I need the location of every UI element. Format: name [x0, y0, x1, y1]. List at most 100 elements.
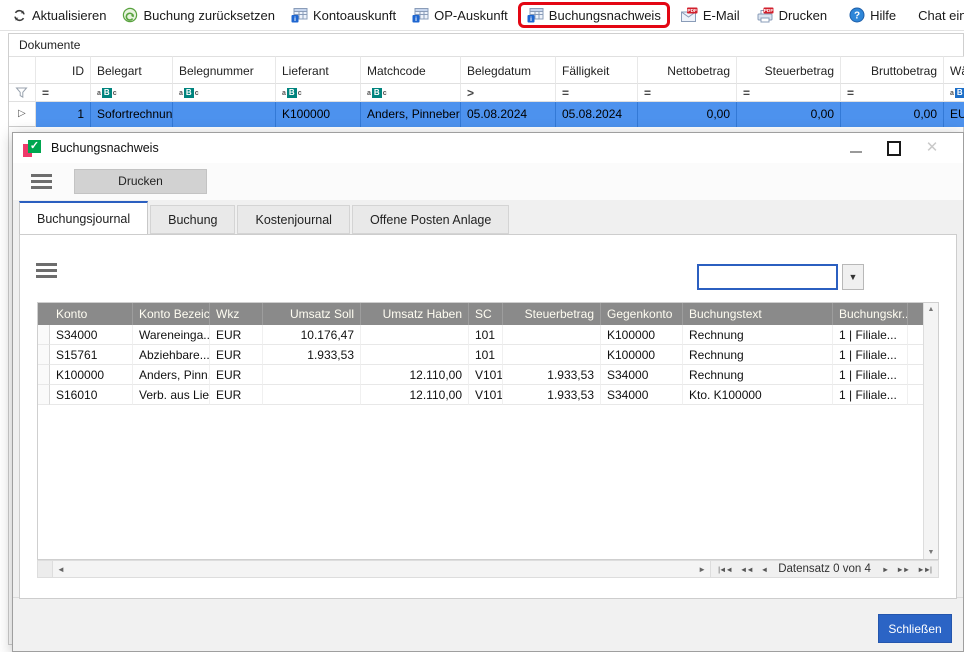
- scroll-down-icon[interactable]: ▼: [928, 549, 935, 556]
- reset-booking-button[interactable]: Buchung zurücksetzen: [114, 4, 283, 26]
- journal-cell[interactable]: Kto. K100000: [683, 385, 833, 405]
- journal-cell[interactable]: 1.933,53: [263, 345, 361, 365]
- doc-row-indicator[interactable]: [9, 102, 36, 127]
- journal-cell[interactable]: Rechnung: [683, 325, 833, 345]
- journal-cell[interactable]: 12.110,00: [361, 385, 469, 405]
- doc-column-header[interactable]: Lieferant: [276, 56, 361, 84]
- account-statement-button[interactable]: i Kontoauskunft: [283, 4, 404, 26]
- journal-column-header[interactable]: Gegenkonto: [601, 303, 683, 325]
- journal-column-header[interactable]: Steuerbetrag: [503, 303, 601, 325]
- journal-cell[interactable]: S16010: [50, 385, 133, 405]
- scroll-left-icon[interactable]: ◄: [53, 565, 69, 574]
- journal-cell[interactable]: V101: [469, 385, 503, 405]
- journal-column-header[interactable]: Umsatz Soll: [263, 303, 361, 325]
- doc-cell[interactable]: K100000: [276, 102, 361, 127]
- nav-last-button[interactable]: ►►|: [914, 565, 934, 574]
- journal-row-indicator[interactable]: [38, 345, 50, 365]
- doc-column-header[interactable]: Bruttobetrag: [841, 56, 944, 84]
- doc-cell[interactable]: EUR: [944, 102, 964, 127]
- journal-column-header[interactable]: Umsatz Haben: [361, 303, 469, 325]
- journal-cell[interactable]: [263, 385, 361, 405]
- doc-filter-text[interactable]: aBc: [173, 84, 276, 102]
- nav-first-button[interactable]: |◄◄: [715, 565, 735, 574]
- journal-cell[interactable]: S34000: [601, 365, 683, 385]
- doc-column-header[interactable]: Belegnummer: [173, 56, 276, 84]
- maximize-button[interactable]: [887, 141, 901, 155]
- doc-filter-funnel[interactable]: [9, 84, 36, 102]
- journal-cell[interactable]: 1.933,53: [503, 365, 601, 385]
- tab-kostenjournal[interactable]: Kostenjournal: [237, 205, 349, 234]
- tab-offene-posten-anlage[interactable]: Offene Posten Anlage: [352, 205, 509, 234]
- journal-cell[interactable]: 1.933,53: [503, 385, 601, 405]
- doc-column-header[interactable]: Matchcode: [361, 56, 461, 84]
- journal-cell[interactable]: 1 | Filiale...: [833, 385, 908, 405]
- doc-cell[interactable]: 05.08.2024: [556, 102, 638, 127]
- journal-cell[interactable]: Rechnung: [683, 365, 833, 385]
- journal-cell[interactable]: Verb. aus Lie...: [133, 385, 210, 405]
- scroll-up-icon[interactable]: ▲: [928, 306, 935, 313]
- journal-cell[interactable]: 1 | Filiale...: [833, 345, 908, 365]
- journal-cell[interactable]: 101: [469, 325, 503, 345]
- doc-column-header[interactable]: Belegart: [91, 56, 173, 84]
- journal-cell[interactable]: Wareneinga...: [133, 325, 210, 345]
- doc-cell[interactable]: 0,00: [841, 102, 944, 127]
- journal-cell[interactable]: EUR: [210, 365, 263, 385]
- search-dropdown-button[interactable]: ▼: [842, 264, 864, 290]
- journal-cell[interactable]: K100000: [601, 325, 683, 345]
- journal-cell[interactable]: EUR: [210, 325, 263, 345]
- journal-row-indicator[interactable]: [38, 325, 50, 345]
- doc-cell[interactable]: 0,00: [638, 102, 737, 127]
- doc-cell[interactable]: [173, 102, 276, 127]
- journal-cell[interactable]: Anders, Pinn...: [133, 365, 210, 385]
- journal-cell[interactable]: V101: [469, 365, 503, 385]
- journal-row-indicator[interactable]: [38, 385, 50, 405]
- journal-cell[interactable]: EUR: [210, 345, 263, 365]
- journal-column-header[interactable]: Konto: [50, 303, 133, 325]
- doc-column-header[interactable]: [9, 56, 36, 84]
- journal-cell[interactable]: K100000: [601, 345, 683, 365]
- refresh-button[interactable]: Aktualisieren: [4, 5, 114, 26]
- journal-cell[interactable]: [503, 345, 601, 365]
- doc-column-header[interactable]: Wäh: [944, 56, 964, 84]
- doc-column-header[interactable]: Nettobetrag: [638, 56, 737, 84]
- journal-cell[interactable]: [263, 365, 361, 385]
- email-button[interactable]: PDF E-Mail: [672, 4, 748, 26]
- op-statement-button[interactable]: i OP-Auskunft: [404, 4, 516, 26]
- doc-filter-text[interactable]: aBc: [361, 84, 461, 102]
- search-input[interactable]: [697, 264, 838, 290]
- doc-cell[interactable]: 0,00: [737, 102, 841, 127]
- doc-column-header[interactable]: Fälligkeit: [556, 56, 638, 84]
- dialog-titlebar[interactable]: ✓ Buchungsnachweis ✕: [13, 133, 963, 163]
- print-button[interactable]: PDF Drucken: [748, 4, 835, 26]
- journal-cell[interactable]: S15761: [50, 345, 133, 365]
- close-window-button[interactable]: ✕: [925, 141, 939, 155]
- doc-filter-equals[interactable]: =: [737, 84, 841, 102]
- nav-prev-button[interactable]: ◄: [758, 565, 770, 574]
- menu-hamburger-icon[interactable]: [31, 174, 52, 189]
- close-dialog-button[interactable]: Schließen: [878, 614, 952, 643]
- doc-filter-equals[interactable]: =: [638, 84, 737, 102]
- journal-cell[interactable]: K100000: [50, 365, 133, 385]
- doc-filter-equals[interactable]: =: [841, 84, 944, 102]
- dialog-print-button[interactable]: Drucken: [74, 169, 207, 194]
- minimize-button[interactable]: [849, 141, 863, 155]
- journal-cell[interactable]: Rechnung: [683, 345, 833, 365]
- doc-column-header[interactable]: ID: [36, 56, 91, 84]
- doc-cell[interactable]: 05.08.2024: [461, 102, 556, 127]
- journal-column-header[interactable]: SC: [469, 303, 503, 325]
- doc-cell[interactable]: Sofortrechnung: [91, 102, 173, 127]
- journal-row-indicator[interactable]: [38, 365, 50, 385]
- journal-column-header[interactable]: Buchungstext: [683, 303, 833, 325]
- journal-cell[interactable]: 1 | Filiale...: [833, 325, 908, 345]
- nav-next-page-button[interactable]: ►►: [893, 565, 912, 574]
- journal-cell[interactable]: Abziehbare...: [133, 345, 210, 365]
- scroll-right-icon[interactable]: ►: [694, 565, 710, 574]
- doc-column-header[interactable]: Belegdatum: [461, 56, 556, 84]
- doc-filter-greater[interactable]: >: [461, 84, 556, 102]
- journal-cell[interactable]: S34000: [601, 385, 683, 405]
- journal-cell[interactable]: EUR: [210, 385, 263, 405]
- journal-column-header[interactable]: Wkz: [210, 303, 263, 325]
- journal-column-header[interactable]: Konto Bezeic...: [133, 303, 210, 325]
- help-button[interactable]: ? Hilfe: [841, 4, 904, 26]
- horizontal-scrollbar[interactable]: ◄ ► |◄◄ ◄◄ ◄ Datensatz 0 von 4 ► ►► ►►|: [37, 560, 939, 578]
